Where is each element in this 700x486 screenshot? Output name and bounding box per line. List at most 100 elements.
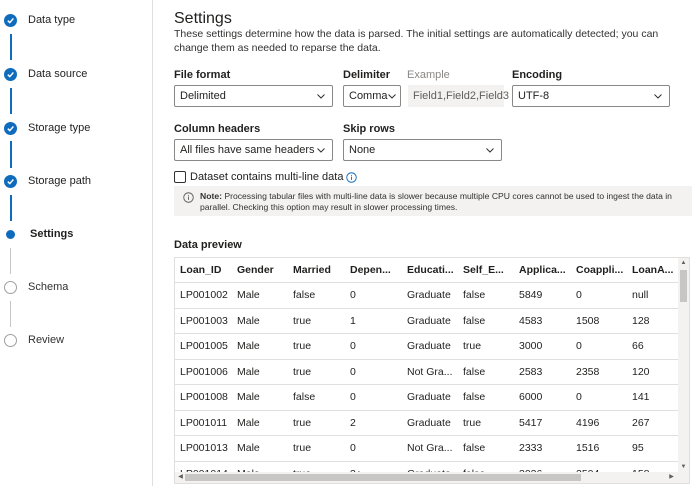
vertical-scroll-thumb[interactable]: [680, 270, 687, 302]
table-cell: false: [458, 435, 514, 462]
column-headers-value: All files have same headers: [180, 144, 315, 156]
step-label: Schema: [28, 281, 69, 293]
table-cell: true: [458, 333, 514, 360]
skip-rows-dropdown[interactable]: None: [343, 139, 502, 161]
multiline-option: Dataset contains multi-line data: [174, 171, 358, 183]
step-settings[interactable]: Settings: [4, 226, 73, 242]
column-header[interactable]: Loan_ID: [175, 258, 232, 283]
scroll-down-arrow-icon[interactable]: ▼: [680, 464, 687, 471]
step-connector: [10, 195, 12, 221]
table-cell: 0: [571, 282, 627, 309]
table-cell: Not Gra...: [402, 359, 458, 385]
column-header[interactable]: Applica...: [514, 258, 571, 283]
step-storage-type[interactable]: Storage type: [4, 120, 90, 136]
note-text: Processing tabular files with multi-line…: [200, 191, 672, 212]
note-prefix: Note:: [200, 191, 222, 201]
column-header[interactable]: Gender: [232, 258, 288, 283]
encoding-dropdown[interactable]: UTF-8: [512, 85, 670, 107]
column-header[interactable]: LoanA...: [627, 258, 683, 283]
info-icon[interactable]: [346, 171, 358, 183]
table-cell: Graduate: [402, 282, 458, 309]
table-cell: LP001006: [175, 359, 232, 385]
table-cell: LP001013: [175, 435, 232, 462]
table-cell: 2333: [514, 435, 571, 462]
table-cell: 3000: [514, 333, 571, 360]
table-header-row: Loan_ID Gender Married Depen... Educati... Se…: [175, 258, 683, 283]
scroll-right-arrow-icon[interactable]: ▶: [668, 474, 675, 481]
chevron-down-icon: [486, 148, 494, 153]
file-format-value: Delimited: [180, 90, 226, 102]
table-cell: true: [288, 410, 345, 436]
table-cell: true: [458, 410, 514, 436]
scroll-up-arrow-icon[interactable]: ▲: [680, 260, 687, 267]
horizontal-scrollbar[interactable]: ◀ ▶: [175, 472, 689, 483]
table-cell: Male: [232, 384, 288, 411]
step-connector: [10, 301, 11, 327]
step-label: Storage path: [28, 175, 91, 187]
step-label: Data type: [28, 14, 76, 26]
table-cell: 141: [627, 384, 683, 411]
table-cell: LP001011: [175, 410, 232, 436]
step-connector: [10, 34, 12, 60]
multiline-note: Note: Processing tabular files with mult…: [174, 186, 692, 216]
table-cell: 0: [345, 435, 402, 462]
table-row: LP001013 Male true 0 Not Gra... false 2333 1516…: [175, 435, 683, 462]
table-cell: 6000: [514, 384, 571, 411]
column-header[interactable]: Depen...: [345, 258, 402, 283]
column-header[interactable]: Self_E...: [458, 258, 514, 283]
vertical-scrollbar[interactable]: ▲ ▼: [678, 258, 689, 473]
table-row: LP001011 Male true 2 Graduate true 5417 4196 267: [175, 410, 683, 436]
delimiter-example-value: Field1,Field2,Field3: [408, 85, 509, 107]
delimiter-dropdown[interactable]: Comma: [343, 85, 401, 107]
table-cell: null: [627, 282, 683, 309]
step-storage-path[interactable]: Storage path: [4, 173, 91, 189]
step-schema[interactable]: Schema: [4, 279, 68, 295]
table-cell: Graduate: [402, 333, 458, 360]
column-header[interactable]: Educati...: [402, 258, 458, 283]
example-label: Example: [407, 69, 450, 81]
step-connector: [10, 88, 12, 114]
table-cell: 1508: [571, 308, 627, 334]
column-headers-dropdown[interactable]: All files have same headers: [174, 139, 333, 161]
multiline-checkbox[interactable]: [174, 171, 186, 183]
scroll-left-arrow-icon[interactable]: ◀: [177, 474, 184, 481]
encoding-label: Encoding: [512, 69, 563, 81]
chevron-down-icon: [317, 94, 325, 99]
table-cell: 0: [345, 384, 402, 411]
table-cell: Graduate: [402, 410, 458, 436]
step-data-source[interactable]: Data source: [4, 66, 87, 82]
table-cell: Not Gra...: [402, 435, 458, 462]
column-header[interactable]: Coappli...: [571, 258, 627, 283]
table-cell: 1516: [571, 435, 627, 462]
table-cell: 120: [627, 359, 683, 385]
step-data-type[interactable]: Data type: [4, 12, 75, 28]
data-preview-label: Data preview: [174, 239, 242, 251]
table-cell: true: [288, 435, 345, 462]
multiline-checkbox-label[interactable]: Dataset contains multi-line data: [190, 171, 343, 183]
check-icon: [4, 121, 17, 135]
table-cell: false: [458, 282, 514, 309]
column-header[interactable]: Married: [288, 258, 345, 283]
info-icon: [183, 192, 194, 203]
table-cell: true: [288, 308, 345, 334]
check-icon: [4, 13, 17, 27]
table-cell: true: [288, 333, 345, 360]
table-cell: false: [458, 359, 514, 385]
file-format-dropdown[interactable]: Delimited: [174, 85, 333, 107]
table-cell: 95: [627, 435, 683, 462]
table-cell: Male: [232, 410, 288, 436]
encoding-value: UTF-8: [518, 90, 550, 102]
file-format-label: File format: [174, 69, 231, 81]
table-cell: 267: [627, 410, 683, 436]
table-cell: Graduate: [402, 384, 458, 411]
table-row: LP001003 Male true 1 Graduate false 4583 1508 12…: [175, 308, 683, 334]
page-title: Settings: [174, 10, 232, 27]
table-cell: Graduate: [402, 308, 458, 334]
delimiter-value: Comma: [349, 90, 388, 102]
table-cell: true: [288, 359, 345, 385]
step-review[interactable]: Review: [4, 332, 64, 348]
horizontal-scroll-thumb[interactable]: [185, 474, 581, 481]
table-cell: 0: [345, 282, 402, 309]
pending-step-circle-icon: [4, 333, 17, 347]
column-headers-label: Column headers: [174, 123, 261, 135]
